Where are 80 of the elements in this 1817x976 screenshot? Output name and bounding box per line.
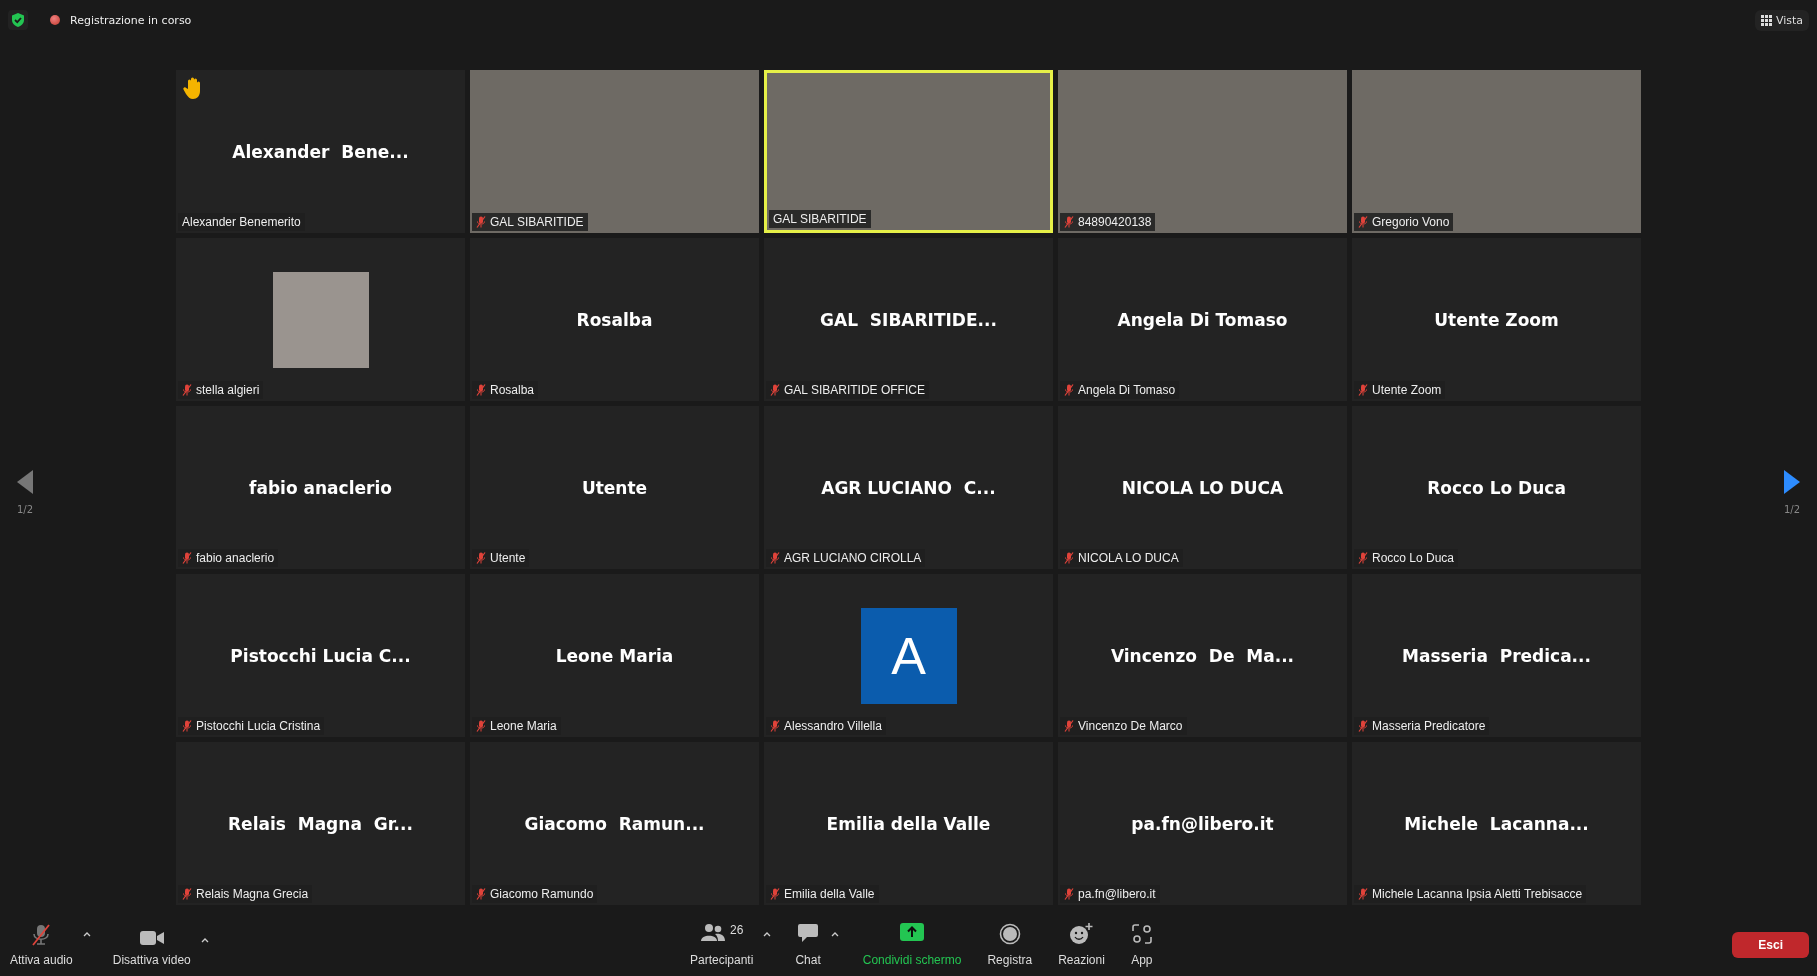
- participant-name-label: AGR LUCIANO CIROLLA: [784, 551, 922, 565]
- participant-name-label: Relais Magna Grecia: [196, 887, 309, 901]
- video-button[interactable]: Disattiva video: [110, 927, 193, 969]
- recording-status: Registrazione in corso: [70, 13, 192, 27]
- participant-name-label: Alessandro Villella: [784, 719, 882, 733]
- participant-name-label: stella algieri: [196, 383, 260, 397]
- participant-name-label: Giacomo Ramundo: [490, 887, 594, 901]
- toolbar-label: Reazioni: [1058, 953, 1105, 967]
- participant-name-label: GAL SIBARITIDE OFFICE: [784, 383, 925, 397]
- caret-icon[interactable]: [830, 931, 839, 937]
- participant-name: Alexander Bene...: [232, 141, 409, 162]
- toolbar-label: Chat: [795, 953, 821, 967]
- participant-name-label: Utente Zoom: [1372, 383, 1442, 397]
- participant-name: NICOLA LO DUCA: [1121, 477, 1284, 498]
- participant-name-label: Rocco Lo Duca: [1372, 551, 1455, 565]
- participant-name: Michele Lacanna...: [1404, 813, 1589, 834]
- participant-name-label: NICOLA LO DUCA: [1078, 551, 1179, 565]
- participant-name-label: Michele Lacanna Ipsia Aletti Trebisacce: [1372, 887, 1583, 901]
- audio-button[interactable]: Attiva audio: [8, 921, 75, 969]
- participant-name-label: pa.fn@libero.it: [1078, 887, 1156, 901]
- next-page-arrow-icon[interactable]: [1782, 468, 1802, 496]
- participant-name: fabio anaclerio: [249, 477, 392, 498]
- participant-name-label: Angela Di Tomaso: [1078, 383, 1176, 397]
- avatar-initial: A: [860, 607, 957, 704]
- participant-name-label: 84890420138: [1078, 215, 1152, 229]
- caret-icon[interactable]: [763, 931, 772, 937]
- participant-name-label: Rosalba: [490, 383, 535, 397]
- participant-name-label: GAL SIBARITIDE: [773, 212, 867, 226]
- participant-name: Utente: [581, 477, 648, 498]
- participant-name-label: Gregorio Vono: [1372, 215, 1450, 229]
- recording-dot-icon: [50, 15, 60, 25]
- caret-icon[interactable]: [82, 931, 91, 937]
- participant-name: Masseria Predica...: [1402, 645, 1591, 666]
- participant-name: GAL SIBARITIDE...: [820, 309, 997, 330]
- participant-name: AGR LUCIANO C...: [821, 477, 996, 498]
- participant-name: Leone Maria: [555, 645, 674, 666]
- participant-name: Angela Di Tomaso: [1117, 309, 1288, 330]
- smiley-plus-icon: [1069, 923, 1094, 945]
- toolbar-label: Partecipanti: [690, 953, 754, 967]
- toolbar-label: App: [1131, 953, 1153, 967]
- participant-name: Vincenzo De Ma...: [1110, 645, 1295, 666]
- participant-name: Giacomo Ramun...: [524, 813, 705, 834]
- toolbar-label: Condividi schermo: [862, 953, 962, 967]
- leave-button[interactable]: Esci: [1732, 932, 1809, 958]
- participant-name-label: Pistocchi Lucia Cristina: [196, 719, 321, 733]
- people-icon: [700, 923, 726, 943]
- record-button[interactable]: Registra: [985, 921, 1035, 969]
- view-button[interactable]: Vista: [1754, 9, 1809, 31]
- participant-count: 26: [730, 923, 744, 937]
- chat-bubble-icon: [797, 923, 820, 943]
- participant-name-label: Utente: [490, 551, 526, 565]
- participant-name-label: Masseria Predicatore: [1372, 719, 1486, 733]
- participant-name-label: GAL SIBARITIDE: [490, 215, 584, 229]
- participant-name: Emilia della Valle: [826, 813, 991, 834]
- participant-name: Relais Magna Gr...: [228, 813, 413, 834]
- participant-name-label: Leone Maria: [490, 719, 557, 733]
- participant-name: Rosalba: [576, 309, 653, 330]
- grid-icon: [1760, 14, 1772, 26]
- apps-button[interactable]: App: [1128, 921, 1155, 969]
- chat-button[interactable]: Chat: [793, 921, 823, 969]
- participant-name: pa.fn@libero.it: [1131, 813, 1274, 834]
- participant-name: Utente Zoom: [1434, 309, 1559, 330]
- participant-name-label: Vincenzo De Marco: [1078, 719, 1183, 733]
- toolbar-label: Registra: [987, 953, 1033, 967]
- share-button[interactable]: Condividi schermo: [860, 921, 964, 969]
- record-icon: [998, 923, 1021, 945]
- participant-name-label: Emilia della Valle: [784, 887, 875, 901]
- participant-name: Pistocchi Lucia C...: [230, 645, 411, 666]
- apps-icon: [1130, 923, 1153, 945]
- share-screen-icon: [900, 923, 925, 941]
- participant-name-label: fabio anaclerio: [196, 551, 275, 565]
- previous-page-arrow-icon[interactable]: [15, 468, 35, 496]
- page-indicator: 1/2: [16, 504, 34, 515]
- security-shield-icon[interactable]: [8, 10, 28, 30]
- participant-name-label: Alexander Benemerito: [182, 215, 301, 229]
- participant-name: Rocco Lo Duca: [1427, 477, 1566, 498]
- page-indicator: 1/2: [1783, 504, 1801, 515]
- caret-icon[interactable]: [200, 937, 209, 943]
- participants-button[interactable]: 26 Partecipanti: [688, 921, 756, 969]
- reactions-button[interactable]: Reazioni: [1056, 921, 1107, 969]
